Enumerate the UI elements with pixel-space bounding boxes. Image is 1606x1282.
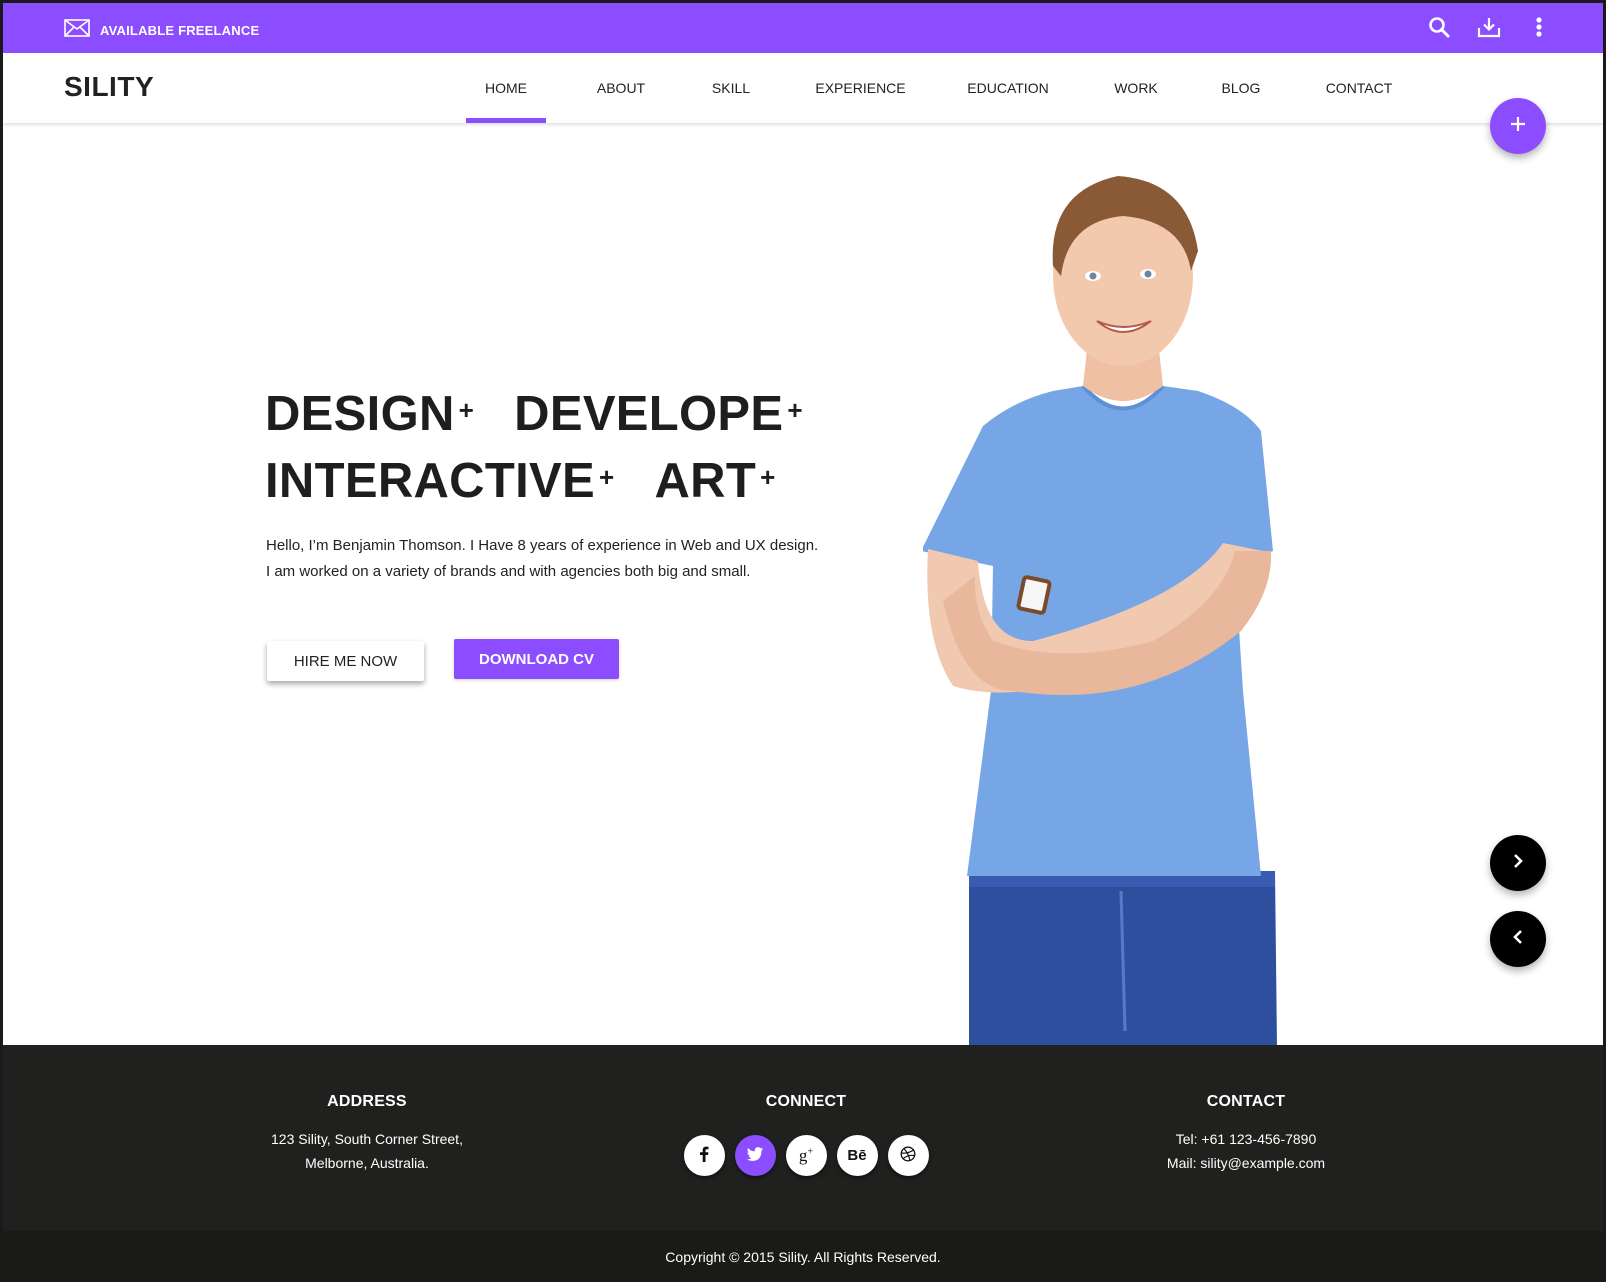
more-vert-icon — [1535, 16, 1543, 43]
intro-line-2: I am worked on a variety of brands and w… — [266, 563, 751, 580]
contact-tel[interactable]: Tel: +61 123-456-7890 — [1176, 1131, 1317, 1147]
more-menu-button[interactable] — [1525, 15, 1553, 43]
site-footer: ADDRESS 123 Sility, South Corner Street,… — [3, 1045, 1603, 1231]
main-header: SILITY HOME ABOUT SKILL EXPERIENCE EDUCA… — [3, 53, 1603, 123]
address-line-2: Melborne, Australia. — [305, 1155, 429, 1171]
facebook-button[interactable] — [683, 1135, 725, 1176]
twitter-icon — [747, 1146, 763, 1165]
connect-title: CONNECT — [765, 1093, 847, 1110]
facebook-icon — [699, 1146, 709, 1166]
portrait-image — [923, 176, 1277, 1047]
contact-mail[interactable]: Mail: sility@example.com — [1167, 1155, 1325, 1171]
address-line-1: 123 Sility, South Corner Street, — [271, 1131, 463, 1147]
footer-connect: CONNECT g+ Bē — [626, 1045, 986, 1176]
nav-experience[interactable]: EXPERIENCE — [803, 53, 918, 123]
google-plus-icon: g+ — [798, 1145, 814, 1165]
download-icon — [1477, 16, 1501, 43]
google-plus-button[interactable]: g+ — [785, 1135, 827, 1176]
nav-work[interactable]: WORK — [1103, 53, 1169, 123]
copyright-bar: Copyright © 2015 Sility. All Rights Rese… — [3, 1231, 1603, 1279]
freelance-label: AVAILABLE FREELANCE — [100, 23, 260, 38]
search-icon — [1428, 16, 1450, 43]
nav-education[interactable]: EDUCATION — [953, 53, 1063, 123]
nav-skill[interactable]: SKILL — [691, 53, 771, 123]
contact-title: CONTACT — [1206, 1093, 1286, 1110]
hero-word: INTERACTIVE + — [265, 454, 615, 508]
nav-about[interactable]: ABOUT — [581, 53, 661, 123]
behance-button[interactable]: Bē — [836, 1135, 878, 1176]
next-slide-button[interactable] — [1490, 835, 1546, 891]
dribbble-button[interactable] — [887, 1135, 929, 1176]
top-bar: AVAILABLE FREELANCE — [3, 3, 1603, 53]
nav-contact[interactable]: CONTACT — [1313, 53, 1405, 123]
search-button[interactable] — [1425, 15, 1453, 43]
hire-me-button[interactable]: HIRE ME NOW — [267, 641, 424, 681]
hero-word: DESIGN + — [265, 387, 475, 441]
main-nav: HOME ABOUT SKILL EXPERIENCE EDUCATION WO… — [3, 53, 1603, 123]
footer-address: ADDRESS 123 Sility, South Corner Street,… — [187, 1045, 547, 1175]
copyright-text: Copyright © 2015 Sility. All Rights Rese… — [665, 1249, 941, 1265]
address-title: ADDRESS — [327, 1093, 407, 1110]
nav-blog[interactable]: BLOG — [1208, 53, 1274, 123]
dribbble-icon — [900, 1146, 916, 1166]
behance-icon: Bē — [847, 1147, 867, 1164]
social-links: g+ Bē — [626, 1135, 986, 1176]
twitter-button[interactable] — [734, 1135, 776, 1176]
plus-icon — [1509, 115, 1527, 138]
prev-slide-button[interactable] — [1490, 911, 1546, 967]
mail-icon — [64, 19, 90, 42]
download-cv-button[interactable]: DOWNLOAD CV — [454, 639, 619, 679]
chevron-left-icon — [1511, 929, 1525, 950]
chevron-right-icon — [1511, 853, 1525, 874]
hero-title: DESIGN + DEVELOPE + INTERACTIVE + ART + — [265, 381, 843, 515]
hero-intro: Hello, I’m Benjamin Thomson. I Have 8 ye… — [266, 533, 818, 585]
footer-contact: CONTACT Tel: +61 123-456-7890 Mail: sili… — [1066, 1045, 1426, 1175]
freelance-status[interactable]: AVAILABLE FREELANCE — [64, 19, 259, 42]
download-button[interactable] — [1475, 15, 1503, 43]
hero-word: ART + — [654, 454, 776, 508]
hero-word: DEVELOPE + — [514, 387, 803, 441]
add-fab-button[interactable] — [1490, 98, 1546, 154]
nav-home[interactable]: HOME — [466, 53, 546, 123]
intro-line-1: Hello, I’m Benjamin Thomson. I Have 8 ye… — [266, 537, 819, 554]
page-frame: AVAILABLE FREELANCE SILITY HOME ABOUT SK… — [0, 0, 1606, 1282]
